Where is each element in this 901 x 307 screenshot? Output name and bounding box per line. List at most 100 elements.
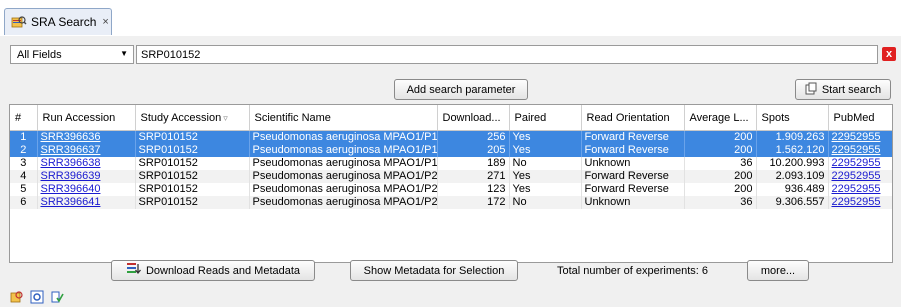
row-number: 2 xyxy=(10,144,38,157)
run-accession-link[interactable]: SRR396638 xyxy=(41,157,101,169)
close-icon[interactable]: × xyxy=(102,16,108,28)
col-spots[interactable]: Spots xyxy=(756,105,829,131)
col-number[interactable]: # xyxy=(10,105,38,131)
paired-cell: Yes xyxy=(509,170,582,183)
start-search-button[interactable]: Start search xyxy=(795,79,891,100)
run-accession-cell: SRR396641 xyxy=(37,196,136,209)
table-row[interactable]: 3 SRR396638 SRP010152 Pseudomonas aeruginos… xyxy=(10,157,892,170)
sra-search-icon[interactable] xyxy=(10,290,24,304)
col-average-length[interactable]: Average L... xyxy=(684,105,757,131)
total-experiments-label: Total number of experiments: 6 xyxy=(557,265,709,277)
download-size-cell: 123 xyxy=(437,183,510,196)
search-input[interactable]: SRP010152 xyxy=(136,45,878,64)
study-accession-cell: SRP010152 xyxy=(135,196,250,209)
download-reads-button[interactable]: Download Reads and Metadata xyxy=(111,260,315,281)
download-size-cell: 271 xyxy=(437,170,510,183)
help-icon[interactable] xyxy=(50,290,64,304)
table-row[interactable]: 4 SRR396639 SRP010152 Pseudomonas aeruginos… xyxy=(10,170,892,183)
run-accession-cell: SRR396637 xyxy=(37,144,136,157)
average-length-cell: 36 xyxy=(684,157,757,170)
download-size-cell: 205 xyxy=(437,144,510,157)
average-length-cell: 200 xyxy=(684,170,757,183)
read-orientation-cell: Forward Reverse xyxy=(581,130,685,144)
read-orientation-cell: Unknown xyxy=(581,157,685,170)
average-length-cell: 36 xyxy=(684,196,757,209)
col-study-accession[interactable]: Study Accession ▿ xyxy=(135,105,250,131)
study-accession-cell: SRP010152 xyxy=(135,144,250,157)
table-row[interactable]: 6 SRR396641 SRP010152 Pseudomonas aeruginos… xyxy=(10,196,892,209)
pubmed-link[interactable]: 22952955 xyxy=(832,196,881,208)
results-table: # Run Accession Study Accession ▿ Scienti… xyxy=(9,104,893,263)
search-panel: All Fields ▼ SRP010152 x Add search para… xyxy=(0,36,901,307)
run-accession-cell: SRR396640 xyxy=(37,183,136,196)
pubmed-cell: 22952955 xyxy=(828,183,892,196)
read-orientation-cell: Forward Reverse xyxy=(581,170,685,183)
sra-search-icon xyxy=(11,15,27,29)
clear-search-button[interactable]: x xyxy=(882,47,896,61)
read-orientation-cell: Unknown xyxy=(581,196,685,209)
pubmed-cell: 22952955 xyxy=(828,157,892,170)
field-select[interactable]: All Fields ▼ xyxy=(10,45,134,64)
col-read-orientation[interactable]: Read Orientation xyxy=(581,105,685,131)
read-orientation-cell: Forward Reverse xyxy=(581,144,685,157)
spots-cell: 1.909.263 xyxy=(756,130,829,144)
study-accession-cell: SRP010152 xyxy=(135,170,250,183)
run-accession-link[interactable]: SRR396641 xyxy=(41,196,101,208)
download-icon xyxy=(126,262,142,279)
pubmed-cell: 22952955 xyxy=(828,130,892,144)
start-search-icon xyxy=(805,82,817,98)
show-metadata-button[interactable]: Show Metadata for Selection xyxy=(350,260,518,281)
run-accession-link[interactable]: SRR396637 xyxy=(41,144,101,156)
tab-sra-search[interactable]: SRA Search × xyxy=(4,8,112,35)
search-row: All Fields ▼ SRP010152 x xyxy=(10,44,896,66)
study-accession-cell: SRP010152 xyxy=(135,157,250,170)
more-button[interactable]: more... xyxy=(747,260,809,281)
read-orientation-cell: Forward Reverse xyxy=(581,183,685,196)
search-input-value: SRP010152 xyxy=(141,48,201,61)
footer-toolbar xyxy=(10,290,64,304)
spots-cell: 9.306.557 xyxy=(756,196,829,209)
download-size-cell: 189 xyxy=(437,157,510,170)
run-accession-cell: SRR396639 xyxy=(37,170,136,183)
col-pubmed[interactable]: PubMed xyxy=(828,105,892,131)
run-accession-cell: SRR396638 xyxy=(37,157,136,170)
row-number: 1 xyxy=(10,130,38,144)
add-search-parameter-button[interactable]: Add search parameter xyxy=(394,79,528,100)
sort-icon: ▿ xyxy=(223,112,228,123)
table-row[interactable]: 2 SRR396637 SRP010152 Pseudomonas aeruginos… xyxy=(10,144,892,157)
settings-icon[interactable] xyxy=(30,290,44,304)
row-number: 5 xyxy=(10,183,38,196)
pubmed-cell: 22952955 xyxy=(828,144,892,157)
table-row[interactable]: 5 SRR396640 SRP010152 Pseudomonas aeruginos… xyxy=(10,183,892,196)
chevron-down-icon: ▼ xyxy=(120,49,128,58)
paired-cell: Yes xyxy=(509,130,582,144)
pubmed-cell: 22952955 xyxy=(828,196,892,209)
col-study-accession-label: Study Accession xyxy=(140,111,222,124)
paired-cell: No xyxy=(509,196,582,209)
pubmed-link[interactable]: 22952955 xyxy=(832,157,881,169)
download-reads-label: Download Reads and Metadata xyxy=(145,264,301,277)
download-size-cell: 172 xyxy=(437,196,510,209)
pubmed-link[interactable]: 22952955 xyxy=(832,131,881,143)
tab-bar: SRA Search × xyxy=(0,0,901,37)
run-accession-link[interactable]: SRR396636 xyxy=(41,131,101,143)
run-accession-link[interactable]: SRR396640 xyxy=(41,183,101,195)
col-run-accession[interactable]: Run Accession xyxy=(37,105,136,131)
pubmed-link[interactable]: 22952955 xyxy=(832,170,881,182)
table-header: # Run Accession Study Accession ▿ Scienti… xyxy=(10,105,892,131)
start-search-label: Start search xyxy=(821,83,882,96)
study-accession-cell: SRP010152 xyxy=(135,183,250,196)
col-paired[interactable]: Paired xyxy=(509,105,582,131)
average-length-cell: 200 xyxy=(684,130,757,144)
spots-cell: 2.093.109 xyxy=(756,170,829,183)
col-scientific-name[interactable]: Scientific Name xyxy=(249,105,438,131)
col-download[interactable]: Download... xyxy=(437,105,510,131)
spots-cell: 936.489 xyxy=(756,183,829,196)
table-row[interactable]: 1 SRR396636 SRP010152 Pseudomonas aeruginos… xyxy=(10,130,892,144)
scientific-name-cell: Pseudomonas aeruginosa MPAO1/P1 xyxy=(249,157,438,170)
pubmed-link[interactable]: 22952955 xyxy=(832,183,881,195)
pubmed-link[interactable]: 22952955 xyxy=(832,144,881,156)
download-size-cell: 256 xyxy=(437,130,510,144)
pubmed-cell: 22952955 xyxy=(828,170,892,183)
run-accession-link[interactable]: SRR396639 xyxy=(41,170,101,182)
